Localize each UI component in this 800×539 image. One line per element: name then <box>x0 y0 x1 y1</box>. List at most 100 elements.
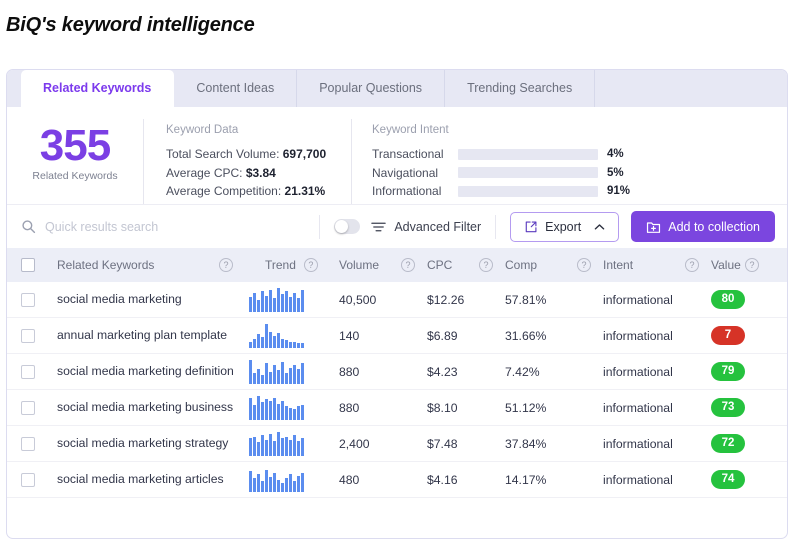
row-checkbox[interactable] <box>21 436 35 451</box>
table-row[interactable]: annual marketing plan template 140 $6.89 31… <box>7 318 787 354</box>
tab-bar: Related Keywords Content Ideas Popular Que… <box>7 70 787 107</box>
sparkline-bar <box>265 399 268 420</box>
cell-comp: 57.81% <box>505 292 547 307</box>
sparkline-bar <box>289 367 292 384</box>
cell-keyword[interactable]: social media marketing definition <box>49 364 249 379</box>
filter-toggle[interactable] <box>333 219 361 234</box>
row-checkbox[interactable] <box>21 292 35 307</box>
sparkline-bar <box>269 289 272 312</box>
sparkline-bar <box>301 472 304 492</box>
help-icon-volume[interactable]: ? <box>401 258 415 272</box>
help-icon-intent[interactable]: ? <box>685 258 699 272</box>
keyword-data-label: Total Search Volume: <box>166 147 280 161</box>
column-header-volume[interactable]: Volume ? <box>339 258 427 272</box>
help-icon-value[interactable]: ? <box>745 258 759 272</box>
column-header-value[interactable]: Value ? <box>711 258 771 272</box>
table-row[interactable]: social media marketing definition 880 $4.2… <box>7 354 787 390</box>
sparkline-bar <box>261 337 264 348</box>
column-header-keyword[interactable]: Related Keywords ? <box>49 258 249 273</box>
cell-keyword[interactable]: annual marketing plan template <box>49 328 249 343</box>
row-checkbox[interactable] <box>21 472 35 487</box>
trend-sparkline <box>249 324 339 348</box>
intent-percent: 5% <box>607 166 624 179</box>
sparkline-bar <box>261 435 264 456</box>
trend-sparkline <box>249 396 339 420</box>
keyword-data-value: 697,700 <box>282 147 327 161</box>
sparkline-bar <box>297 298 300 312</box>
cell-trend <box>249 468 339 492</box>
folder-add-icon <box>646 220 661 234</box>
help-icon-trend[interactable]: ? <box>303 258 318 272</box>
row-select-cell <box>7 364 49 379</box>
cell-intent: informational <box>603 292 673 307</box>
sparkline-bar <box>277 288 280 312</box>
value-badge: 74 <box>711 470 745 489</box>
cell-volume: 2,400 <box>339 436 370 451</box>
tab-content-ideas[interactable]: Content Ideas <box>174 70 298 107</box>
cell-keyword[interactable]: social media marketing strategy <box>49 436 249 451</box>
cell-value: 7 <box>711 326 771 345</box>
sparkline-bar <box>301 343 304 348</box>
sparkline-bar <box>281 482 284 492</box>
cell-value: 72 <box>711 434 771 453</box>
keyword-intelligence-card: Related Keywords Content Ideas Popular Que… <box>6 69 788 539</box>
sparkline-bar <box>257 474 260 492</box>
sparkline-bar <box>281 338 284 348</box>
column-label-value: Value <box>711 258 741 272</box>
keyword-data-row: Total Search Volume: 697,700 <box>166 145 351 164</box>
select-all-checkbox[interactable] <box>21 258 35 272</box>
column-header-intent[interactable]: Intent ? <box>603 258 711 272</box>
column-header-comp[interactable]: Comp ? <box>505 258 603 272</box>
column-header-cpc[interactable]: CPC ? <box>427 258 505 272</box>
row-checkbox[interactable] <box>21 400 35 415</box>
table-row[interactable]: social media marketing articles 480 $4.16 1… <box>7 462 787 498</box>
column-header-trend[interactable]: Trend ? <box>249 258 339 272</box>
add-to-collection-button[interactable]: Add to collection <box>631 211 775 242</box>
sparkline-bar <box>273 335 276 348</box>
cell-keyword[interactable]: social media marketing business <box>49 400 249 415</box>
help-icon-keyword[interactable]: ? <box>219 258 233 272</box>
help-icon-comp[interactable]: ? <box>577 258 591 272</box>
sparkline-bar <box>269 331 272 348</box>
sparkline-bar <box>249 360 252 384</box>
cell-cpc: $8.10 <box>427 400 458 415</box>
intent-row: Navigational 5% <box>372 164 651 183</box>
keyword-data-value: $3.84 <box>245 165 276 180</box>
intent-row: Informational 91% <box>372 182 651 201</box>
table-row[interactable]: social media marketing strategy 2,400 $7.4… <box>7 426 787 462</box>
row-checkbox[interactable] <box>21 364 35 379</box>
search-input[interactable] <box>45 219 305 234</box>
table-row[interactable]: social media marketing 40,500 $12.26 57.81%… <box>7 282 787 318</box>
cell-intent: informational <box>603 328 673 343</box>
sparkline-bar <box>269 400 272 420</box>
tab-popular-questions[interactable]: Popular Questions <box>297 70 446 107</box>
table-row[interactable]: social media marketing business 880 $8.10 5… <box>7 390 787 426</box>
sparkline-bar <box>289 474 292 492</box>
cell-cpc: $7.48 <box>427 436 458 451</box>
advanced-filter-label: Advanced Filter <box>394 219 482 234</box>
cell-comp: 37.84% <box>505 436 547 451</box>
sparkline-bar <box>273 441 276 456</box>
tab-related-keywords[interactable]: Related Keywords <box>21 70 175 107</box>
sparkline-bar <box>293 409 296 420</box>
cell-keyword[interactable]: social media marketing articles <box>49 472 249 487</box>
row-checkbox[interactable] <box>21 328 35 343</box>
cell-volume: 880 <box>339 364 360 379</box>
keyword-data-label: Average CPC: <box>166 165 243 180</box>
advanced-filter-button[interactable]: Advanced Filter <box>371 220 481 234</box>
cell-intent: informational <box>603 364 673 379</box>
sparkline-bar <box>289 341 292 348</box>
export-button[interactable]: Export <box>510 211 620 242</box>
summary-panel: 355 Related Keywords Keyword Data Total … <box>7 107 787 204</box>
export-icon <box>524 220 538 234</box>
count-value: 355 <box>39 121 111 170</box>
sparkline-bar <box>273 397 276 420</box>
sparkline-bar <box>281 361 284 384</box>
sparkline-bar <box>293 292 296 312</box>
tab-trending-searches[interactable]: Trending Searches <box>445 70 596 107</box>
help-icon-cpc[interactable]: ? <box>479 258 493 272</box>
intent-bar-track <box>458 167 598 179</box>
sparkline-bar <box>293 364 296 384</box>
sparkline-bar <box>277 403 280 420</box>
cell-keyword[interactable]: social media marketing <box>49 292 249 307</box>
